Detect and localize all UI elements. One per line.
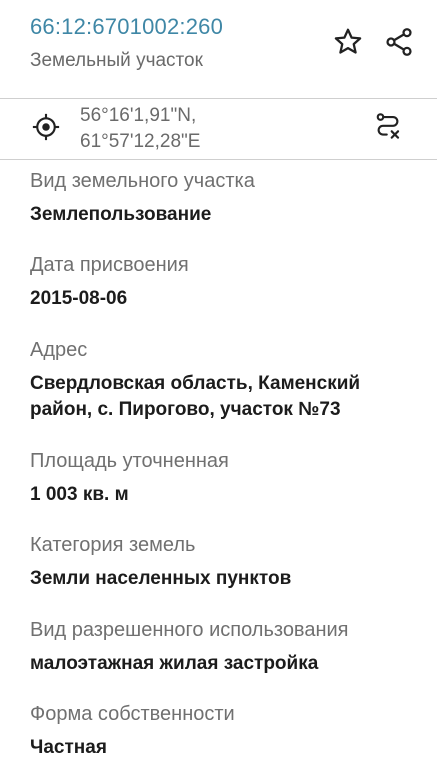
route-cancel-icon [373, 112, 403, 142]
field-land-category: Категория земель Земли населенных пункто… [30, 532, 420, 592]
coordinates-row: 56°16'1,91"N, 61°57'12,28"E [0, 99, 437, 159]
share-button[interactable] [379, 22, 419, 62]
field-area: Площадь уточненная 1 003 кв. м [30, 448, 420, 508]
object-type: Земельный участок [30, 50, 203, 71]
coordinates-divider [0, 159, 437, 160]
crosshair-target-icon [31, 112, 61, 142]
field-land-type: Вид земельного участка Землепользование [30, 168, 420, 228]
field-label: Дата присвоения [30, 254, 189, 276]
address-line-2: район, с. Пирогово, участок №73 [30, 399, 341, 420]
field-value: Землепользование [30, 204, 212, 225]
field-value: Частная [30, 737, 107, 758]
field-label: Вид разрешенного использования [30, 619, 349, 641]
field-label: Вид земельного участка [30, 170, 255, 192]
field-value: Земли населенных пунктов [30, 568, 292, 589]
field-label: Форма собственности [30, 703, 235, 725]
field-value: малоэтажная жилая застройка [30, 653, 319, 674]
coordinates-text[interactable]: 56°16'1,91"N, 61°57'12,28"E [80, 103, 200, 155]
parcel-details-screen: 66:12:6701002:260 Земельный участок 56°1… [0, 0, 437, 768]
field-value: 1 003 кв. м [30, 484, 129, 505]
field-label: Площадь уточненная [30, 450, 229, 472]
field-label: Адрес [30, 339, 88, 361]
address-line-1: Свердловская область, Каменский [30, 373, 361, 394]
field-permitted-use: Вид разрешенного использования малоэтажн… [30, 617, 420, 677]
field-value: 2015-08-06 [30, 288, 128, 309]
route-button[interactable] [368, 107, 408, 147]
parcel-header: 66:12:6701002:260 Земельный участок [0, 0, 437, 96]
favorite-button[interactable] [328, 22, 368, 62]
cadastral-number[interactable]: 66:12:6701002:260 [30, 14, 223, 40]
latitude: 56°16'1,91"N, [80, 105, 197, 126]
star-icon [332, 26, 364, 58]
field-value: Свердловская область, Каменский район, с… [30, 371, 420, 423]
field-label: Категория земель [30, 534, 196, 556]
field-ownership-form: Форма собственности Частная [30, 701, 420, 761]
share-icon [383, 26, 415, 58]
field-address: Адрес Свердловская область, Каменский ра… [30, 337, 420, 423]
locate-button[interactable] [26, 107, 66, 147]
longitude: 61°57'12,28"E [80, 131, 201, 152]
field-assignment-date: Дата присвоения 2015-08-06 [30, 252, 420, 312]
